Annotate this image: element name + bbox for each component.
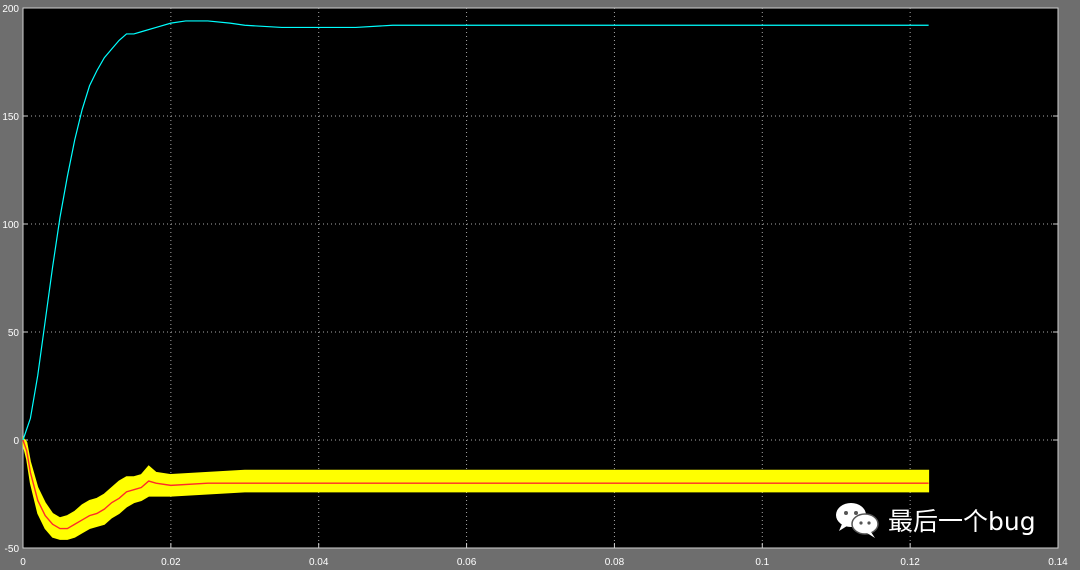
x-tick-label: 0.1 xyxy=(755,557,769,568)
y-tick-label: -50 xyxy=(5,544,20,555)
x-tick-label: 0.04 xyxy=(309,557,329,568)
watermark: 最后一个bug xyxy=(834,500,1036,540)
x-tick-label: 0.02 xyxy=(161,557,181,568)
x-tick-label: 0 xyxy=(20,557,26,568)
y-tick-label: 150 xyxy=(2,112,19,123)
wechat-icon xyxy=(836,503,879,538)
x-tick-label: 0.12 xyxy=(900,557,920,568)
y-tick-label: 100 xyxy=(2,220,19,231)
watermark-text: 最后一个bug xyxy=(888,507,1036,536)
y-tick-label: 0 xyxy=(13,436,19,447)
scope-plot: 0 0.02 0.04 0.06 0.08 0.1 0.12 0.14 -5005010015… xyxy=(0,0,1080,570)
x-tick-label: 0.14 xyxy=(1048,557,1068,568)
x-tick-label: 0.08 xyxy=(605,557,625,568)
plot-area xyxy=(22,7,1059,549)
y-tick-label: 200 xyxy=(2,4,19,15)
x-tick-label: 0.06 xyxy=(457,557,477,568)
y-tick-label: 50 xyxy=(8,328,20,339)
